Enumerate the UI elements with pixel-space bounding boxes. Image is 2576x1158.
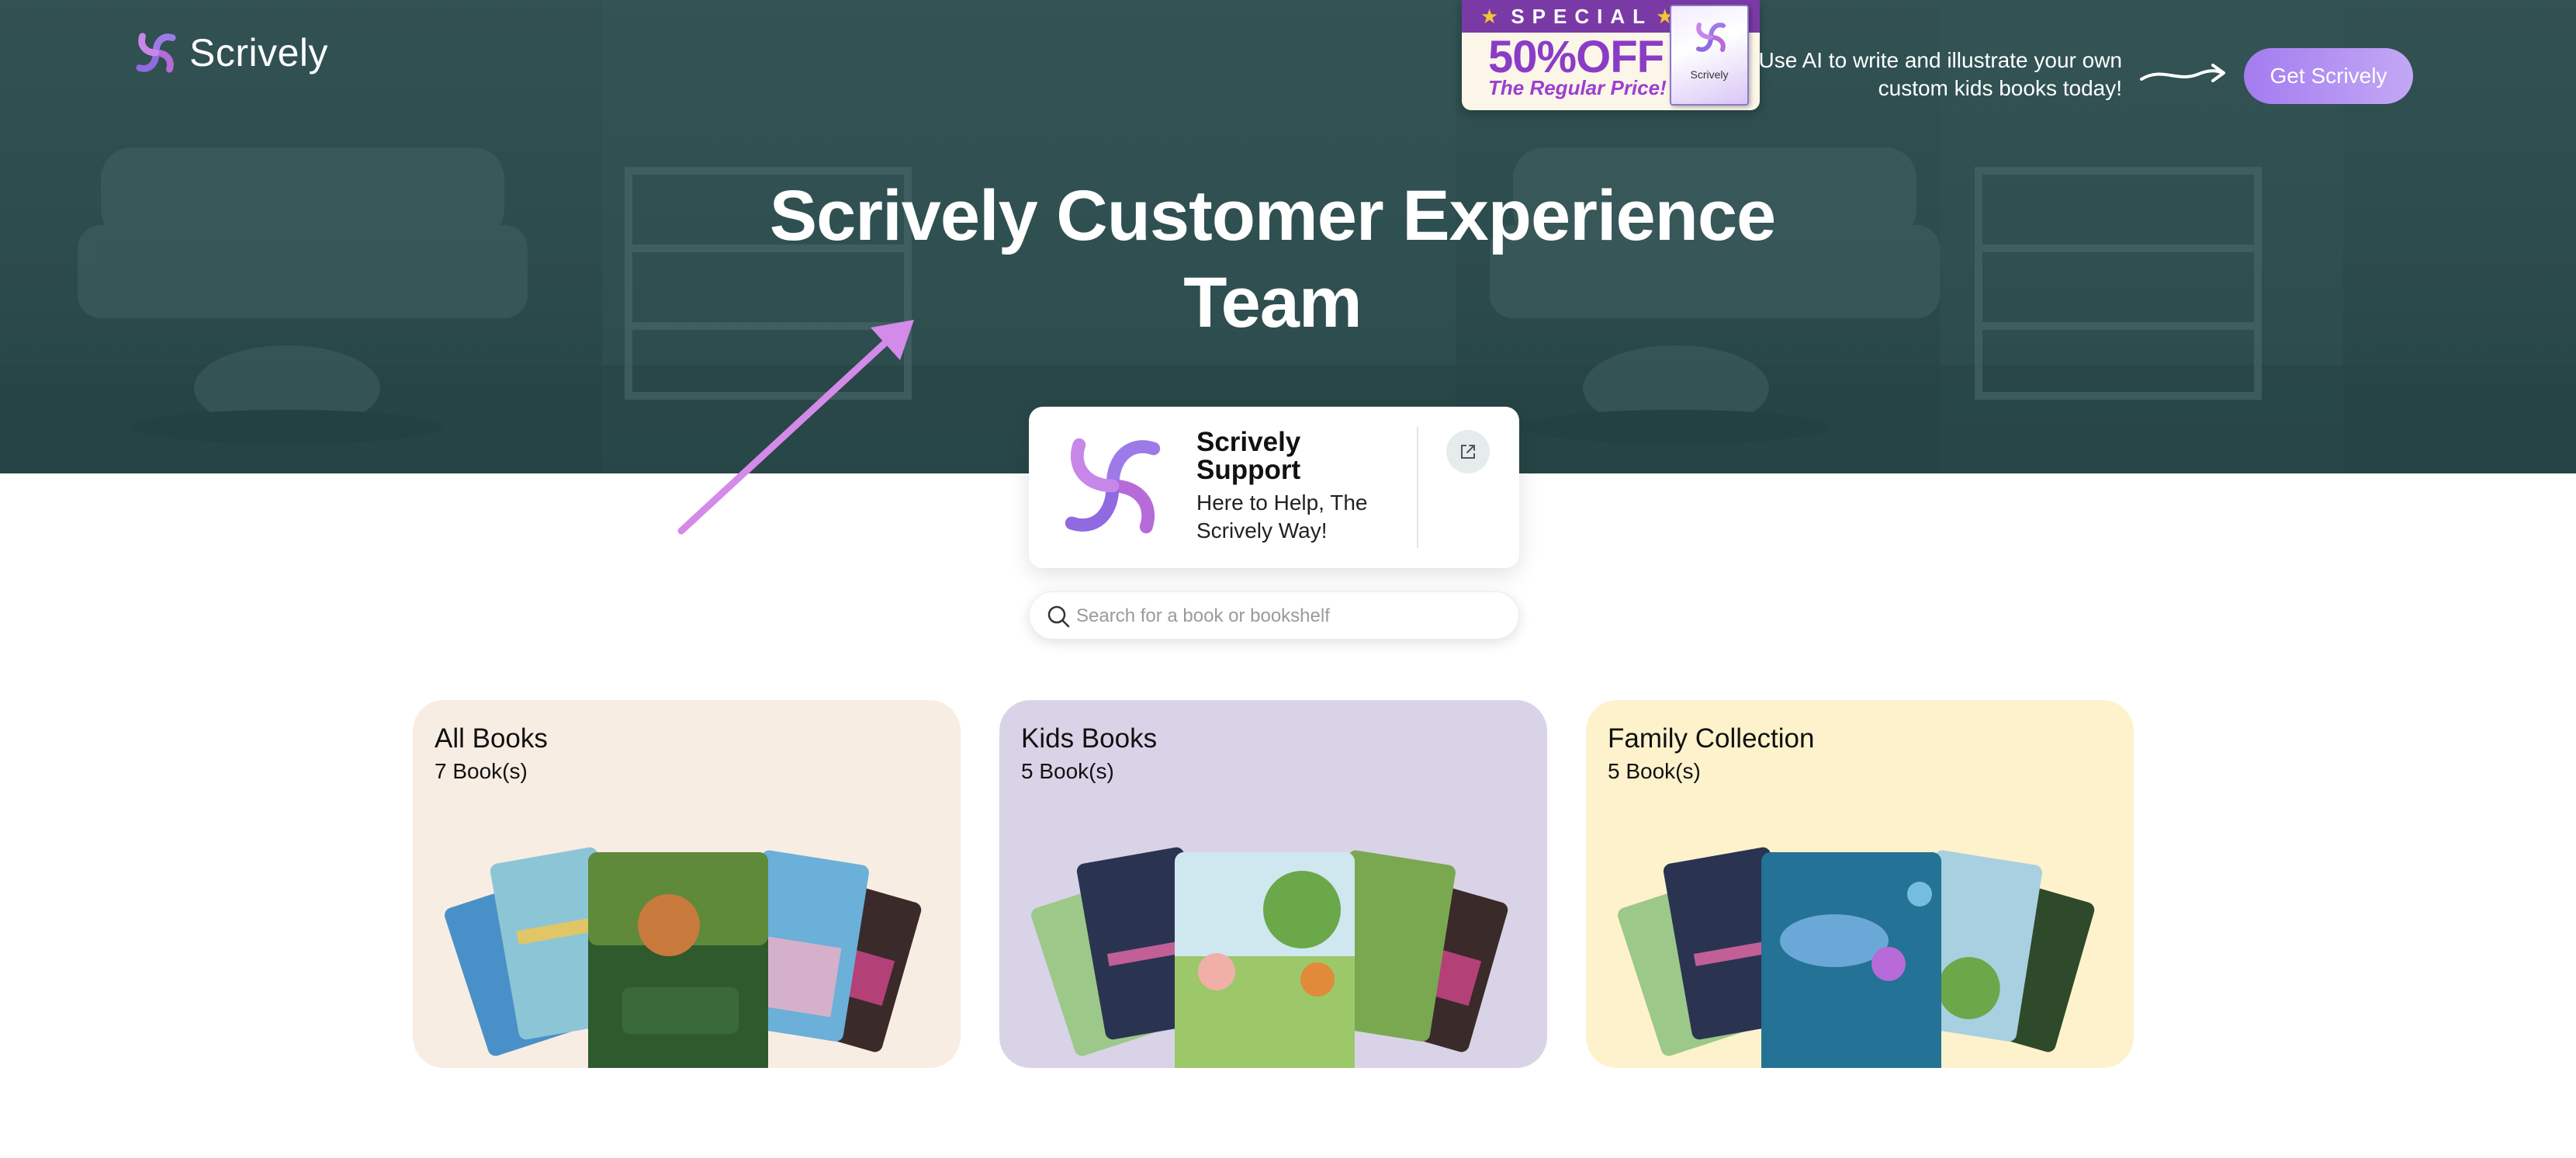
annotation-arrow-icon — [677, 320, 914, 535]
promo-subline: The Regular Price! — [1488, 76, 1667, 99]
cta-text: Use AI to write and illustrate your own … — [1758, 48, 2122, 100]
profile-tagline: Here to Help, The Scrively Way! — [1196, 491, 1368, 543]
search-input[interactable] — [1076, 598, 1495, 634]
curved-arrow-icon — [2140, 64, 2225, 82]
book-covers-fan — [1031, 847, 1508, 1068]
get-scrively-button[interactable]: Get Scrively — [2244, 48, 2413, 104]
bookshelf-kids-books[interactable]: Kids Books 5 Book(s) — [999, 700, 1547, 1068]
promo-book-cover: Scrively — [1670, 5, 1749, 106]
star-icon: ★ — [1480, 4, 1499, 28]
promo-banner[interactable]: ★ SPECIAL ★ 50%OFF The Regular Price! Sc… — [1462, 0, 1760, 110]
profile-name: Scrively Support — [1196, 427, 1301, 485]
promo-headline: 50%OFF — [1488, 32, 1664, 82]
profile-card: Scrively Support Here to Help, The Scriv… — [1029, 407, 1519, 568]
promo-book-title: Scrively — [1690, 68, 1729, 81]
logo-text: Scrively — [189, 31, 329, 75]
search-bar[interactable] — [1029, 591, 1519, 640]
scrively-swirl-icon — [1696, 23, 1726, 52]
divider — [1417, 427, 1418, 548]
book-covers-fan — [1618, 847, 2095, 1068]
page-title-line1: Scrively Customer Experience — [769, 176, 1776, 255]
external-link-icon — [1461, 445, 1475, 459]
search-icon — [1047, 605, 1070, 628]
bookshelf-all-books[interactable]: All Books 7 Book(s) — [413, 700, 961, 1068]
scrively-swirl-icon — [136, 33, 176, 73]
book-covers-fan — [445, 847, 922, 1068]
scrively-logo[interactable]: Scrively — [133, 29, 328, 76]
promo-banner-label: SPECIAL — [1511, 4, 1653, 28]
external-link-button[interactable] — [1446, 430, 1490, 473]
bookshelf-family-collection[interactable]: Family Collection 5 Book(s) — [1586, 700, 2134, 1068]
scrively-swirl-icon — [1065, 438, 1161, 534]
